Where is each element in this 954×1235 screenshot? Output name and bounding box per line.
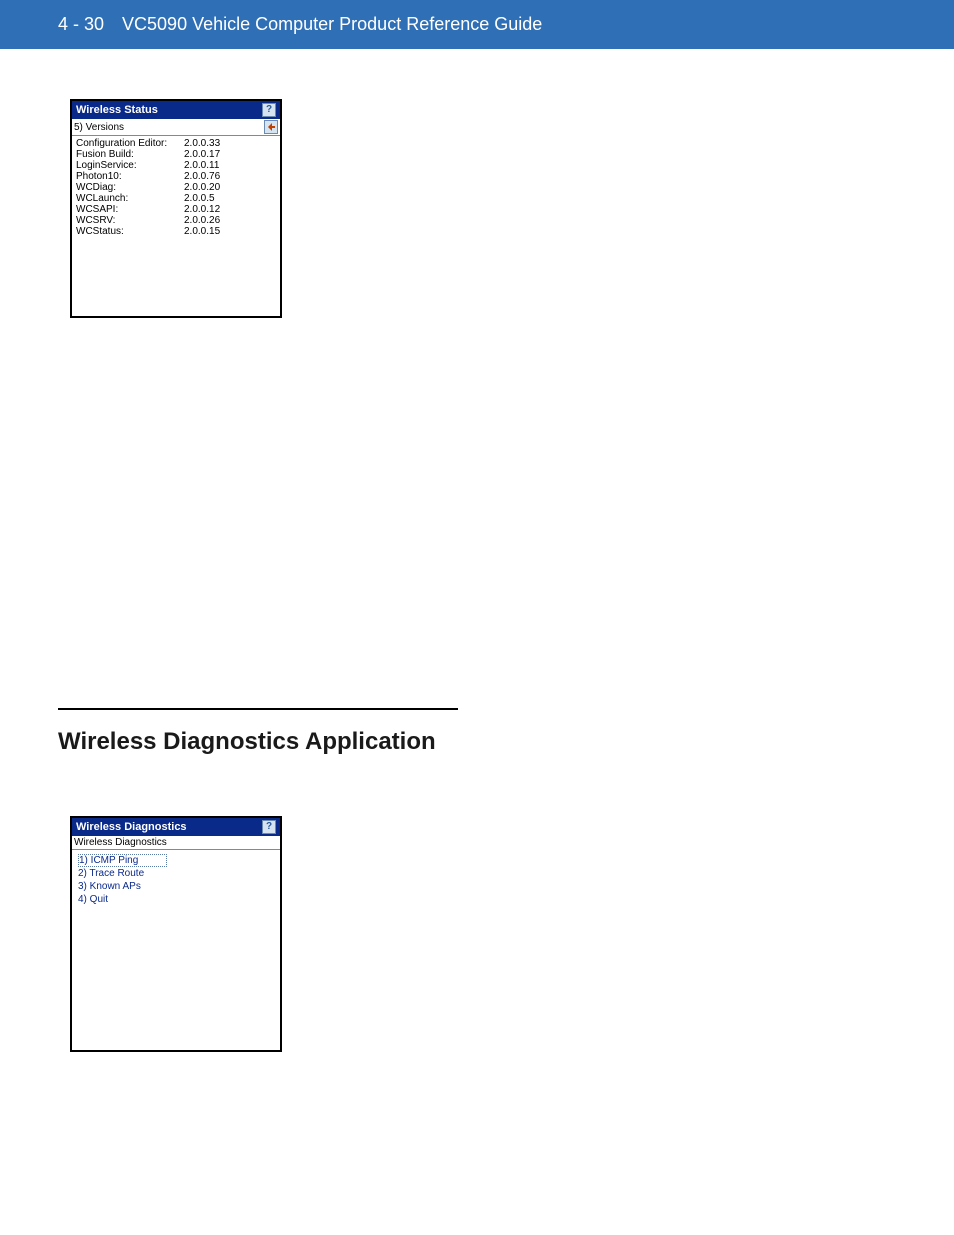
version-value: 2.0.0.12 [184, 204, 220, 215]
diagnostics-menu: 1) ICMP Ping 2) Trace Route 3) Known APs… [72, 850, 280, 1050]
version-value: 2.0.0.11 [184, 160, 219, 171]
version-row: Photon10: 2.0.0.76 [76, 171, 276, 182]
back-arrow-icon[interactable] [264, 120, 278, 134]
version-label: WCSAPI: [76, 204, 184, 215]
window-subtitle: 5) Versions [74, 122, 124, 133]
version-row: Fusion Build: 2.0.0.17 [76, 149, 276, 160]
version-label: WCStatus: [76, 226, 184, 237]
page-title: VC5090 Vehicle Computer Product Referenc… [122, 14, 542, 35]
diag-item-known-aps[interactable]: 3) Known APs [78, 880, 274, 893]
version-row: WCDiag: 2.0.0.20 [76, 182, 276, 193]
window-subbar: Wireless Diagnostics [72, 836, 280, 850]
diag-item-icmp-ping[interactable]: 1) ICMP Ping [78, 854, 167, 867]
window-title: Wireless Diagnostics [76, 821, 260, 833]
window-titlebar: Wireless Status ? [72, 101, 280, 119]
wireless-status-window: Wireless Status ? 5) Versions Configurat… [70, 99, 282, 318]
help-icon[interactable]: ? [262, 820, 276, 834]
version-row: WCSAPI: 2.0.0.12 [76, 204, 276, 215]
page-header: 4 - 30 VC5090 Vehicle Computer Product R… [0, 0, 954, 49]
version-row: WCSRV: 2.0.0.26 [76, 215, 276, 226]
version-value: 2.0.0.76 [184, 171, 220, 182]
wireless-diagnostics-window: Wireless Diagnostics ? Wireless Diagnost… [70, 816, 282, 1052]
diag-item-quit[interactable]: 4) Quit [78, 893, 274, 906]
version-value: 2.0.0.15 [184, 226, 220, 237]
version-row: Configuration Editor: 2.0.0.33 [76, 138, 276, 149]
help-icon[interactable]: ? [262, 103, 276, 117]
version-label: WCSRV: [76, 215, 184, 226]
version-label: WCDiag: [76, 182, 184, 193]
version-row: LoginService: 2.0.0.11 [76, 160, 276, 171]
version-value: 2.0.0.17 [184, 149, 220, 160]
version-value: 2.0.0.5 [184, 193, 215, 204]
version-row: WCStatus: 2.0.0.15 [76, 226, 276, 237]
window-subbar: 5) Versions [72, 119, 280, 136]
window-title: Wireless Status [76, 104, 260, 116]
version-label: LoginService: [76, 160, 184, 171]
version-row: WCLaunch: 2.0.0.5 [76, 193, 276, 204]
version-label: Configuration Editor: [76, 138, 184, 149]
version-value: 2.0.0.26 [184, 215, 220, 226]
section-heading: Wireless Diagnostics Application [58, 708, 458, 756]
version-value: 2.0.0.33 [184, 138, 220, 149]
window-subtitle: Wireless Diagnostics [74, 837, 167, 848]
window-titlebar: Wireless Diagnostics ? [72, 818, 280, 836]
version-value: 2.0.0.20 [184, 182, 220, 193]
version-label: Photon10: [76, 171, 184, 182]
diag-item-trace-route[interactable]: 2) Trace Route [78, 867, 274, 880]
version-label: WCLaunch: [76, 193, 184, 204]
version-label: Fusion Build: [76, 149, 184, 160]
page-number: 4 - 30 [58, 14, 104, 35]
versions-list: Configuration Editor: 2.0.0.33 Fusion Bu… [72, 136, 280, 316]
